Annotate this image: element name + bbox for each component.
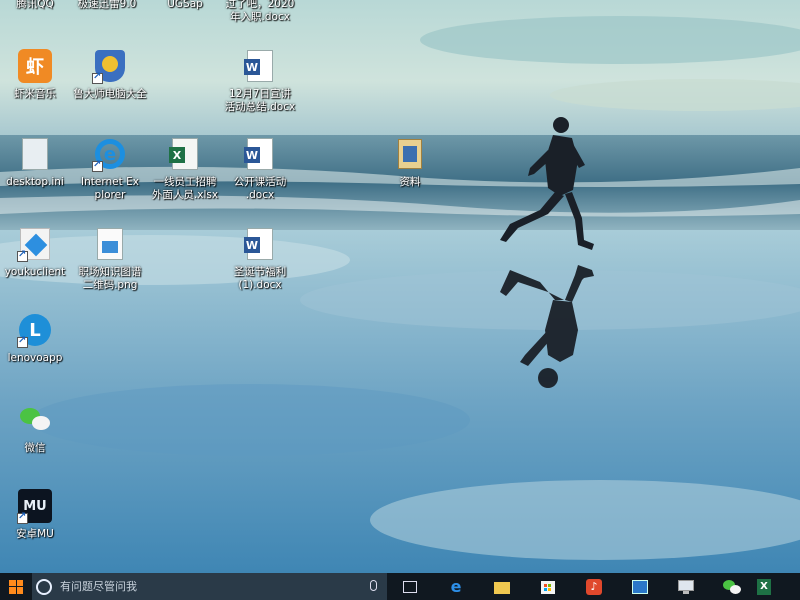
desktop-icon-label: 微信	[24, 442, 46, 454]
desktop-icon-word-1[interactable]: W 12月7日宣讲 活动总结.docx	[215, 48, 305, 114]
folder-icon	[493, 579, 511, 595]
mumu-icon: MU	[17, 488, 53, 524]
desktop-icon-label: 过了吧，2020 年入职.docx	[225, 0, 295, 23]
search-input[interactable]	[60, 580, 320, 593]
netease-music-icon: ♪	[585, 578, 603, 595]
taskbar-task-view[interactable]	[387, 573, 433, 600]
taskbar-file-explorer[interactable]	[479, 573, 525, 600]
desktop-icon-label: 12月7日宣讲 活动总结.docx	[224, 88, 296, 113]
excel-icon: X	[756, 578, 774, 595]
shortcut-arrow-icon	[17, 335, 28, 348]
desktop-icon-label: 一线员工招聘 外面人员.xlsx	[151, 176, 219, 201]
wechat-icon	[723, 579, 741, 595]
excel-file-icon: X	[167, 136, 203, 172]
desktop-icon-label: desktop.ini	[6, 176, 64, 188]
taskbar-netease-music[interactable]: ♪	[571, 573, 617, 600]
folder-icon	[392, 136, 428, 172]
desktop-icon-label: UGSap	[167, 0, 203, 10]
word-doc-icon: W	[242, 226, 278, 262]
word-doc-icon: W	[242, 136, 278, 172]
desktop-icon-label: 虾米音乐	[14, 88, 56, 100]
xiami-icon: 虾	[17, 48, 53, 84]
image-file-icon	[92, 226, 128, 262]
desktop-icon-word-top[interactable]: 过了吧，2020 年入职.docx	[215, 0, 305, 24]
desktop-icon-lenovo[interactable]: L lenovoapp	[0, 312, 80, 365]
desktop-icon-label: 圣诞节福利 (1).docx	[233, 266, 287, 291]
windows-logo-icon	[9, 579, 23, 594]
youku-icon	[17, 226, 53, 262]
ini-file-icon	[17, 136, 53, 172]
desktop-icon-mumu[interactable]: MU 安卓MU	[0, 488, 80, 541]
desktop-icon-label: youkuclient	[4, 266, 66, 278]
desktop-icon-master[interactable]: 鲁大师电脑大全	[65, 48, 155, 101]
taskbar-wechat[interactable]	[709, 573, 755, 600]
desktop-icon-label: lenovoapp	[7, 352, 63, 364]
desktop-icon-wechat[interactable]: 微信	[0, 402, 80, 455]
ie-icon: e	[92, 136, 128, 172]
microphone-icon[interactable]	[370, 580, 377, 591]
cortana-icon	[36, 578, 52, 595]
cortana-search-box[interactable]	[32, 573, 387, 600]
desktop-icon-thunder[interactable]: 极速迅雷9.0	[62, 0, 152, 11]
task-view-icon	[401, 579, 419, 595]
shortcut-arrow-icon	[17, 249, 28, 262]
desktop-icon-word-3[interactable]: W 圣诞节福利 (1).docx	[215, 226, 305, 292]
desktop-icon-folder[interactable]: 资料	[365, 136, 455, 189]
lenovo-icon: L	[17, 312, 53, 348]
desktop-icon-label: 极速迅雷9.0	[77, 0, 137, 10]
desktop-icon-label: 职场知识图谱 二维码.png	[78, 266, 142, 291]
wechat-icon	[17, 402, 53, 438]
shortcut-arrow-icon	[17, 511, 28, 524]
desktop-icon-label: 安卓MU	[16, 528, 54, 540]
app-window-icon	[631, 579, 649, 595]
taskbar-edge[interactable]: e	[433, 573, 479, 600]
desktop-icon-label: 鲁大师电脑大全	[73, 88, 147, 100]
desktop-icon-image[interactable]: 职场知识图谱 二维码.png	[65, 226, 155, 292]
word-doc-icon: W	[242, 48, 278, 84]
desktop-icon-label: Internet Ex plorer	[81, 176, 139, 201]
master-shield-icon	[92, 48, 128, 84]
taskbar-excel[interactable]: X	[755, 573, 775, 600]
remote-desktop-icon	[677, 579, 695, 595]
store-icon	[539, 579, 557, 595]
taskbar-remote[interactable]	[663, 573, 709, 600]
edge-icon: e	[450, 576, 462, 596]
desktop-icon-label: 公开课活动 .docx	[233, 176, 287, 201]
start-button[interactable]	[0, 573, 32, 600]
shortcut-arrow-icon	[92, 159, 103, 172]
desktop-icon-label: 资料	[399, 176, 421, 188]
taskbar: e ♪	[0, 573, 800, 600]
taskbar-store[interactable]	[525, 573, 571, 600]
desktop-icon-label: 腾讯QQ	[16, 0, 54, 10]
shortcut-arrow-icon	[92, 71, 103, 84]
desktop-icon-word-2[interactable]: W 公开课活动 .docx	[215, 136, 305, 202]
taskbar-app-window[interactable]	[617, 573, 663, 600]
